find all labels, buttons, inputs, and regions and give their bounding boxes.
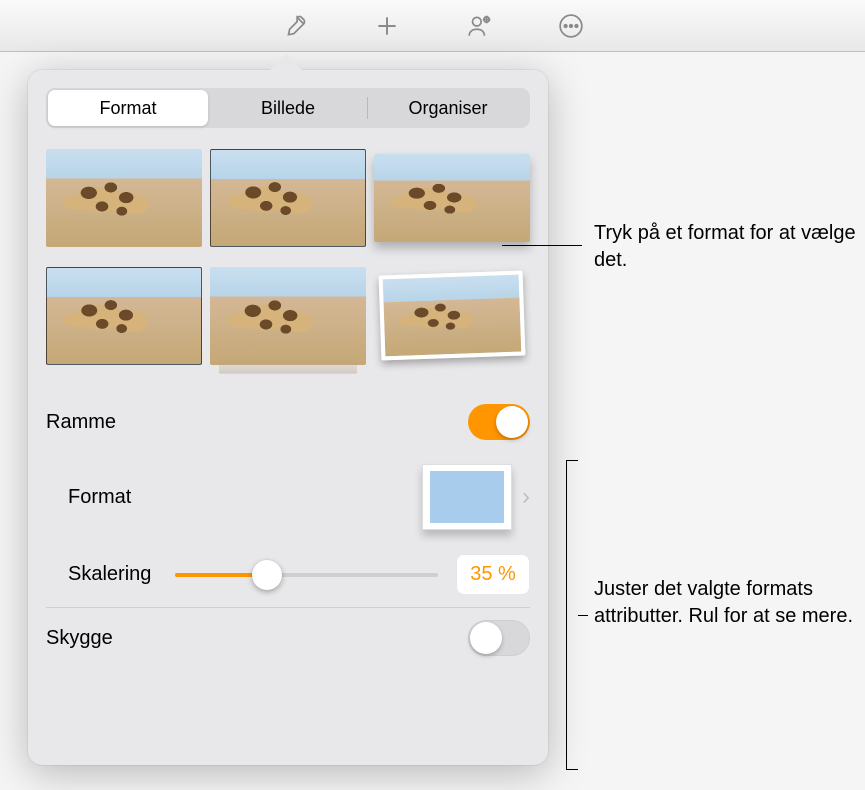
shadow-label: Skygge [46,627,113,650]
collaborate-icon[interactable] [463,10,495,42]
tab-organiser[interactable]: Organiser [368,90,528,126]
style-option-5[interactable] [210,264,366,368]
frame-row: Ramme [46,392,530,452]
scaling-slider[interactable] [175,560,438,590]
style-option-3[interactable] [374,146,530,250]
frame-format-value: › [422,464,530,530]
callout-1-line [502,245,582,246]
frame-format-row[interactable]: Format › [46,452,530,542]
tab-bar: Format Billede Organiser [46,88,530,128]
scaling-controls: 35 % [175,554,530,595]
popover-body: Format Billede Organiser Ramme Format [28,70,548,765]
chevron-right-icon[interactable]: › [522,483,530,511]
callout-2-line [578,615,588,616]
plus-icon[interactable] [371,10,403,42]
popover-arrow [268,52,304,72]
style-option-4[interactable] [46,264,202,368]
scaling-label: Skalering [68,563,151,586]
more-icon[interactable] [555,10,587,42]
frame-preview-thumb [422,464,512,530]
scaling-row: Skalering 35 % [46,542,530,608]
style-grid [46,142,530,392]
popover-content[interactable]: Ramme Format › Skalering [28,142,548,765]
style-option-2[interactable] [210,146,366,250]
format-popover: Format Billede Organiser Ramme Format [28,70,548,765]
frame-toggle[interactable] [468,404,530,440]
style-option-6[interactable] [374,264,530,368]
app-toolbar [0,0,865,52]
tab-format[interactable]: Format [48,90,208,126]
callout-1-text: Tryk på et format for at vælge det. [594,220,865,274]
scaling-value[interactable]: 35 % [456,554,530,595]
shadow-row: Skygge [46,608,530,668]
tab-billede[interactable]: Billede [208,90,368,126]
frame-label: Ramme [46,411,116,434]
frame-format-label: Format [68,486,131,509]
style-option-1[interactable] [46,146,202,250]
callout-2-text: Juster det valgte formats attributter. R… [594,576,865,630]
callout-2-bracket [566,460,578,770]
brush-icon[interactable] [279,10,311,42]
shadow-toggle[interactable] [468,620,530,656]
